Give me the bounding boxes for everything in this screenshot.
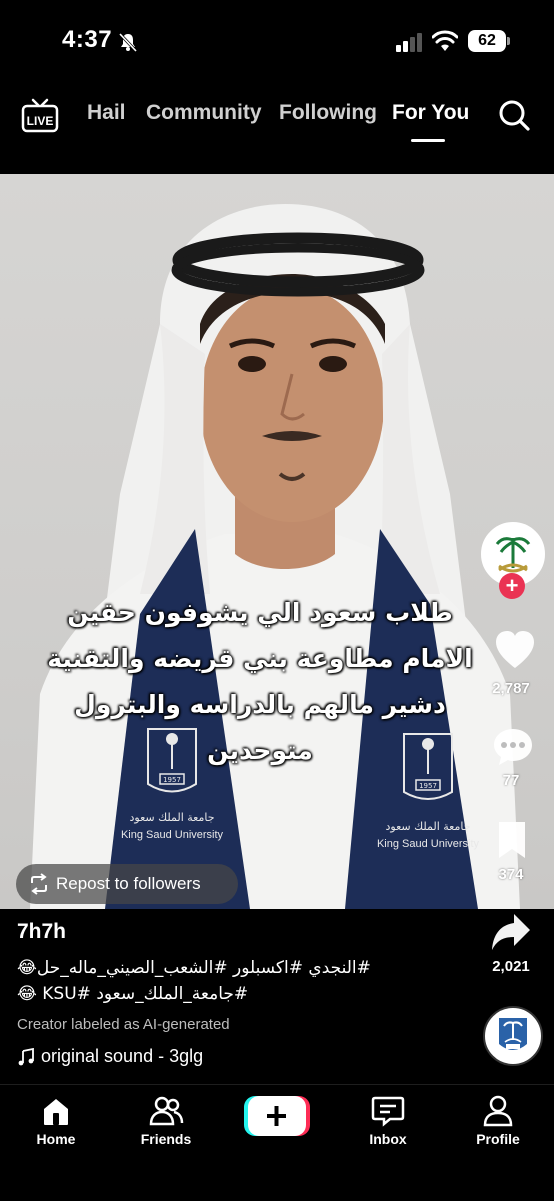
svg-text:LIVE: LIVE [27, 114, 54, 128]
caption-hashtags-line-1[interactable]: #النجدي #اكسبلور #الشعب_الصيني_ماله_حل😂 [17, 958, 407, 978]
video-player[interactable]: 1957 جامعة الملك سعود King Saud Universi… [0, 174, 554, 909]
home-icon [44, 1099, 68, 1125]
svg-text:King Saud University: King Saud University [121, 829, 224, 841]
overlay-line-1: طلاب سعود الي يشوفون حقين [67, 598, 453, 627]
video-overlay-caption: طلاب سعود الي يشوفون حقين الامام مطاوعة … [40, 590, 480, 774]
nav-profile[interactable]: Profile [458, 1093, 538, 1147]
bell-slash-icon [118, 32, 138, 52]
music-note-icon [18, 1047, 34, 1065]
nav-inbox[interactable]: Inbox [348, 1093, 428, 1147]
nav-inbox-label: Inbox [369, 1131, 407, 1147]
tab-hail[interactable]: Hail [87, 101, 126, 125]
nav-home[interactable]: Home [16, 1093, 96, 1147]
profile-icon [483, 1095, 513, 1127]
tab-for-you[interactable]: For You [392, 101, 469, 125]
live-icon[interactable]: LIVE [20, 97, 60, 133]
tab-community[interactable]: Community [146, 101, 262, 125]
video-frame-image: 1957 جامعة الملك سعود King Saud Universi… [30, 204, 520, 909]
nav-home-label: Home [36, 1131, 76, 1147]
active-tab-indicator [411, 139, 445, 142]
ai-generated-label: Creator labeled as AI-generated [17, 1016, 230, 1033]
svg-text:King Saud University: King Saud University [377, 838, 480, 850]
nav-friends[interactable]: Friends [126, 1093, 206, 1147]
follow-plus-button[interactable]: + [499, 573, 525, 599]
svg-text:جامعة الملك سعود: جامعة الملك سعود [385, 820, 470, 833]
signal-icon [396, 33, 422, 52]
share-count: 2,021 [492, 958, 530, 975]
share-icon[interactable] [490, 910, 532, 954]
university-emblem-icon [499, 1018, 527, 1050]
sound-disc-avatar[interactable] [483, 1006, 543, 1066]
repost-icon [31, 873, 47, 895]
friends-icon [149, 1096, 184, 1126]
sound-label: original sound - 3glg [41, 1046, 204, 1066]
sound-link[interactable]: original sound - 3glg [17, 1046, 203, 1067]
svg-text:جامعة الملك سعود: جامعة الملك سعود [129, 811, 214, 824]
overlay-line-3: دشير مالهم بالدراسه والبترول [74, 690, 446, 719]
battery-indicator: 62 [468, 30, 506, 52]
caption-hashtags-line-2[interactable]: #جامعة_الملك_سعود #KSU 😂 [17, 984, 267, 1004]
nav-friends-label: Friends [140, 1131, 192, 1147]
wifi-icon [432, 30, 458, 51]
bookmark-count: 374 [498, 866, 524, 883]
like-count: 2,787 [492, 680, 530, 697]
comment-count: 77 [502, 772, 520, 789]
overlay-line-4: متوحدين [207, 736, 313, 765]
comment-icon[interactable] [492, 726, 534, 768]
create-button[interactable] [244, 1096, 310, 1136]
svg-text:1957: 1957 [419, 782, 437, 790]
tab-following[interactable]: Following [279, 101, 377, 125]
repost-label: Repost to followers [56, 874, 201, 893]
svg-text:1957: 1957 [163, 776, 181, 784]
repost-button[interactable]: Repost to followers [16, 864, 238, 904]
inbox-icon [371, 1096, 405, 1127]
heart-icon[interactable] [494, 630, 536, 670]
bookmark-icon[interactable] [495, 820, 529, 860]
battery-nub [507, 37, 510, 45]
overlay-line-2: الامام مطاوعة بني قريضه والتقنية [47, 644, 473, 673]
nav-profile-label: Profile [476, 1131, 520, 1147]
status-time: 4:37 [62, 26, 113, 53]
creator-username[interactable]: 7h7h [17, 920, 66, 944]
search-icon[interactable] [497, 98, 531, 132]
